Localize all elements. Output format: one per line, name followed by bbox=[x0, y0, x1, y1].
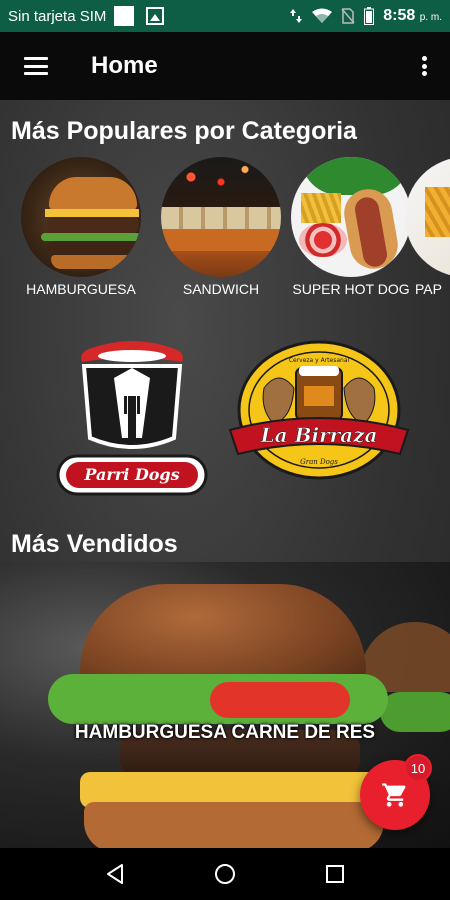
category-item-sandwich[interactable]: SANDWICH bbox=[156, 157, 286, 297]
clock-time: 8:58 bbox=[383, 7, 416, 24]
category-item-super-hot-dog[interactable]: SUPER HOT DOG bbox=[286, 157, 416, 297]
birraza-logo-text: La Birraza bbox=[260, 423, 378, 447]
cart-button[interactable]: 10 bbox=[360, 754, 432, 830]
clock-ampm: p. m. bbox=[419, 12, 442, 23]
back-button[interactable] bbox=[100, 859, 130, 889]
category-label: SANDWICH bbox=[182, 281, 260, 297]
battery-icon bbox=[364, 7, 375, 25]
more-vert-icon[interactable] bbox=[421, 56, 427, 76]
la-birraza-logo[interactable]: Cerveza y Artesanal La Birraza Gran Dogs bbox=[224, 338, 414, 483]
category-carousel[interactable]: HAMBURGUESA SANDWICH SUPER HOT DOG PAP bbox=[0, 157, 450, 302]
home-icon bbox=[215, 864, 235, 884]
menu-icon[interactable] bbox=[24, 57, 48, 75]
category-label: HAMBURGUESA bbox=[26, 281, 136, 297]
data-arrows-icon bbox=[290, 9, 303, 23]
system-nav-bar bbox=[0, 848, 450, 900]
image-notification-icon bbox=[146, 7, 165, 25]
birraza-small-text: Gran Dogs bbox=[300, 458, 338, 466]
best-sellers-title: Más Vendidos bbox=[11, 530, 178, 558]
best-seller-item-name: HAMBURGUESA CARNE DE RES bbox=[74, 722, 376, 743]
category-item-papas[interactable]: PAP bbox=[405, 157, 450, 297]
shopping-cart-icon bbox=[382, 783, 406, 807]
back-icon bbox=[107, 864, 123, 884]
parri-dogs-logo[interactable]: Parri Dogs bbox=[52, 338, 212, 498]
square-notification-icon bbox=[114, 6, 135, 26]
wifi-icon bbox=[312, 8, 333, 23]
cart-badge: 10 bbox=[404, 754, 432, 782]
hot-dog-image bbox=[291, 157, 411, 277]
hamburger-image bbox=[21, 157, 141, 277]
home-button[interactable] bbox=[210, 859, 240, 889]
status-bar: Sin tarjeta SIM 8:58 p. m. bbox=[0, 0, 450, 32]
sandwich-image bbox=[161, 157, 281, 277]
home-content[interactable]: Más Populares por Categoria HAMBURGUESA … bbox=[0, 100, 450, 848]
birraza-tagline: Cerveza y Artesanal bbox=[289, 357, 350, 364]
category-label: SUPER HOT DOG bbox=[292, 281, 410, 297]
parri-dogs-logo-text: Parri Dogs bbox=[83, 465, 179, 484]
popular-section-title: Más Populares por Categoria bbox=[11, 117, 357, 145]
category-item-hamburguesa[interactable]: HAMBURGUESA bbox=[16, 157, 146, 297]
category-label: PAP bbox=[415, 281, 442, 297]
carrier-text: Sin tarjeta SIM bbox=[8, 7, 107, 25]
app-bar: Home bbox=[0, 32, 450, 100]
recents-icon bbox=[326, 865, 344, 883]
fries-image bbox=[405, 157, 450, 277]
recents-button[interactable] bbox=[320, 859, 350, 889]
no-sim-icon bbox=[341, 8, 355, 24]
clock: 8:58 p. m. bbox=[383, 7, 442, 25]
page-title: Home bbox=[91, 52, 158, 79]
